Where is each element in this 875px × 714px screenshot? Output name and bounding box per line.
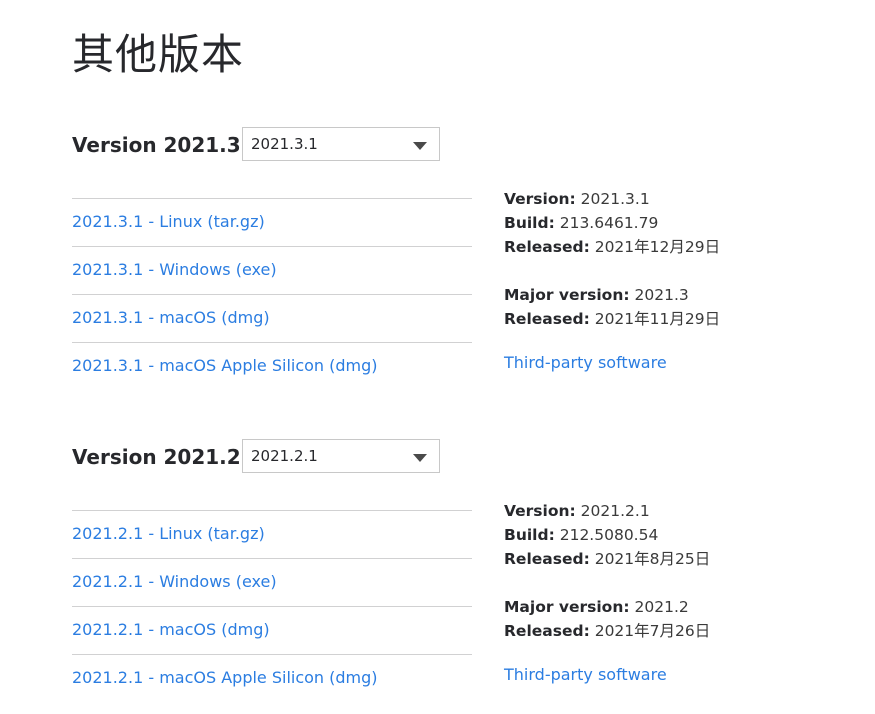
info-major-released: Released: 2021年11月29日 xyxy=(504,307,784,331)
download-item: 2021.3.1 - macOS (dmg) xyxy=(72,294,472,342)
info-value: 212.5080.54 xyxy=(559,526,659,544)
download-link-macos[interactable]: 2021.3.1 - macOS (dmg) xyxy=(72,295,472,329)
download-link-macos[interactable]: 2021.2.1 - macOS (dmg) xyxy=(72,607,472,641)
info-label: Build: xyxy=(504,526,555,544)
download-item: 2021.3.1 - macOS Apple Silicon (dmg) xyxy=(72,342,472,390)
download-item: 2021.2.1 - Windows (exe) xyxy=(72,558,472,606)
version-select[interactable]: 2021.3.1 xyxy=(242,127,440,161)
download-item: 2021.2.1 - macOS Apple Silicon (dmg) xyxy=(72,654,472,702)
info-label: Build: xyxy=(504,214,555,232)
info-label: Major version: xyxy=(504,598,630,616)
download-item: 2021.2.1 - Linux (tar.gz) xyxy=(72,510,472,558)
info-major-version: Major version: 2021.3 xyxy=(504,283,784,307)
download-link-windows[interactable]: 2021.3.1 - Windows (exe) xyxy=(72,247,472,281)
info-label: Released: xyxy=(504,622,590,640)
download-list: 2021.2.1 - Linux (tar.gz) 2021.2.1 - Win… xyxy=(72,510,472,702)
info-major-released: Released: 2021年7月26日 xyxy=(504,619,784,643)
chevron-down-icon xyxy=(413,142,427,150)
info-label: Released: xyxy=(504,550,590,568)
info-value: 2021年11月29日 xyxy=(594,310,721,328)
info-value: 2021年7月26日 xyxy=(594,622,711,640)
version-info: Version: 2021.2.1 Build: 212.5080.54 Rel… xyxy=(504,499,784,687)
download-link-windows[interactable]: 2021.2.1 - Windows (exe) xyxy=(72,559,472,593)
info-value: 2021年12月29日 xyxy=(594,238,721,256)
version-select-value: 2021.2.1 xyxy=(251,447,318,465)
info-major-version: Major version: 2021.2 xyxy=(504,595,784,619)
download-item: 2021.3.1 - Windows (exe) xyxy=(72,246,472,294)
version-title: Version 2021.3 xyxy=(72,133,241,157)
download-item: 2021.2.1 - macOS (dmg) xyxy=(72,606,472,654)
info-label: Version: xyxy=(504,190,576,208)
third-party-software-link[interactable]: Third-party software xyxy=(504,351,667,375)
info-value: 2021.2 xyxy=(634,598,689,616)
info-build: Build: 213.6461.79 xyxy=(504,211,784,235)
info-value: 2021.3 xyxy=(634,286,689,304)
version-title: Version 2021.2 xyxy=(72,445,241,469)
info-released: Released: 2021年8月25日 xyxy=(504,547,784,571)
download-link-macos-apple-silicon[interactable]: 2021.3.1 - macOS Apple Silicon (dmg) xyxy=(72,343,472,377)
third-party-software-link[interactable]: Third-party software xyxy=(504,663,667,687)
download-item: 2021.3.1 - Linux (tar.gz) xyxy=(72,198,472,246)
download-link-linux[interactable]: 2021.2.1 - Linux (tar.gz) xyxy=(72,511,472,545)
chevron-down-icon xyxy=(413,454,427,462)
info-version: Version: 2021.3.1 xyxy=(504,187,784,211)
info-version: Version: 2021.2.1 xyxy=(504,499,784,523)
page-title: 其他版本 xyxy=(72,30,245,79)
download-list: 2021.3.1 - Linux (tar.gz) 2021.3.1 - Win… xyxy=(72,198,472,390)
info-label: Released: xyxy=(504,238,590,256)
download-link-linux[interactable]: 2021.3.1 - Linux (tar.gz) xyxy=(72,199,472,233)
info-label: Version: xyxy=(504,502,576,520)
download-link-macos-apple-silicon[interactable]: 2021.2.1 - macOS Apple Silicon (dmg) xyxy=(72,655,472,689)
info-value: 213.6461.79 xyxy=(559,214,659,232)
info-value: 2021.3.1 xyxy=(580,190,650,208)
version-select[interactable]: 2021.2.1 xyxy=(242,439,440,473)
info-released: Released: 2021年12月29日 xyxy=(504,235,784,259)
info-label: Major version: xyxy=(504,286,630,304)
version-info: Version: 2021.3.1 Build: 213.6461.79 Rel… xyxy=(504,187,784,375)
info-value: 2021.2.1 xyxy=(580,502,650,520)
info-build: Build: 212.5080.54 xyxy=(504,523,784,547)
version-select-value: 2021.3.1 xyxy=(251,135,318,153)
info-value: 2021年8月25日 xyxy=(594,550,711,568)
info-label: Released: xyxy=(504,310,590,328)
